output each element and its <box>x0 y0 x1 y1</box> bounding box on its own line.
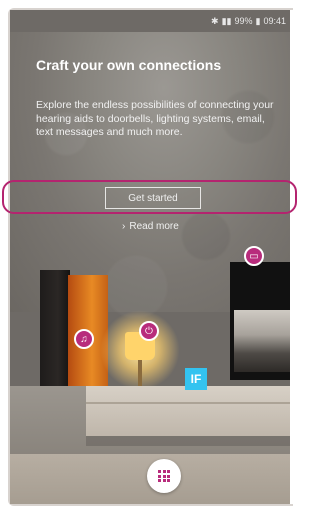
ifttt-icon[interactable]: IF <box>185 368 207 390</box>
sideboard-line <box>86 402 290 404</box>
intro-description: Explore the endless possibilities of con… <box>36 99 274 138</box>
tv-screen <box>234 310 290 372</box>
sideboard-shadow <box>86 436 290 446</box>
highlight-outline <box>2 180 297 214</box>
read-more-link[interactable]: › Read more <box>122 221 179 232</box>
read-more-label: Read more <box>129 221 179 232</box>
battery-icon: ▮ <box>255 15 261 26</box>
grid-icon <box>158 470 170 482</box>
sideboard <box>86 386 290 436</box>
chevron-right-icon: › <box>122 221 126 232</box>
clock: 09:41 <box>263 16 286 26</box>
phone-screen: ✱ ▮▮ 99% ▮ 09:41 Craft your own connecti… <box>10 10 290 504</box>
music-node-icon[interactable]: ♫ <box>74 329 94 349</box>
bluetooth-icon: ✱ <box>211 15 219 26</box>
battery-percentage: 99% <box>234 16 253 26</box>
menu-button[interactable] <box>147 459 181 493</box>
signal-icon: ▮▮ <box>221 15 232 26</box>
status-bar: ✱ ▮▮ 99% ▮ 09:41 <box>10 10 290 32</box>
message-node-icon[interactable]: ▭ <box>244 246 264 266</box>
page-title: Craft your own connections <box>36 57 222 73</box>
power-node-icon[interactable]: ⏻ <box>139 321 159 341</box>
